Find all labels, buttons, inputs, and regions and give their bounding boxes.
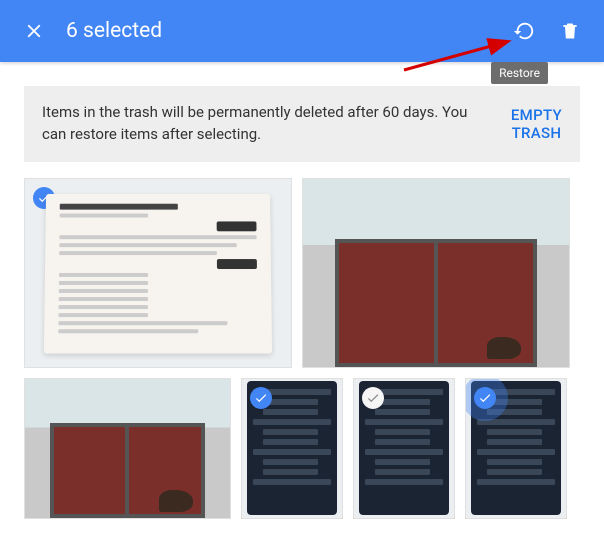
thumbnail-item[interactable]	[465, 378, 567, 519]
thumbnail-item[interactable]	[353, 378, 455, 519]
selection-count: 6 selected	[66, 19, 492, 43]
delete-icon[interactable]	[556, 17, 584, 45]
restore-tooltip: Restore	[491, 62, 548, 84]
image-placeholder	[25, 379, 230, 518]
thumbnail-grid	[24, 178, 580, 519]
banner-text: Items in the trash will be permanently d…	[42, 102, 491, 146]
thumbnail-item[interactable]	[241, 378, 343, 519]
thumbnail-item[interactable]	[302, 178, 570, 368]
close-icon[interactable]	[20, 17, 48, 45]
selection-topbar: 6 selected Restore	[0, 0, 604, 62]
trash-banner: Items in the trash will be permanently d…	[24, 86, 580, 162]
thumbnail-item[interactable]	[24, 378, 231, 519]
empty-trash-button[interactable]: EMPTY TRASH	[511, 106, 562, 142]
restore-icon[interactable]	[510, 17, 538, 45]
thumbnail-item[interactable]	[24, 178, 292, 368]
trash-content: Items in the trash will be permanently d…	[0, 62, 604, 543]
empty-label-1: EMPTY	[511, 106, 562, 124]
image-placeholder	[44, 194, 272, 353]
check-icon[interactable]	[474, 387, 496, 409]
empty-label-2: TRASH	[511, 124, 562, 142]
check-icon[interactable]	[362, 387, 384, 409]
image-placeholder	[303, 179, 569, 367]
check-icon[interactable]	[250, 387, 272, 409]
